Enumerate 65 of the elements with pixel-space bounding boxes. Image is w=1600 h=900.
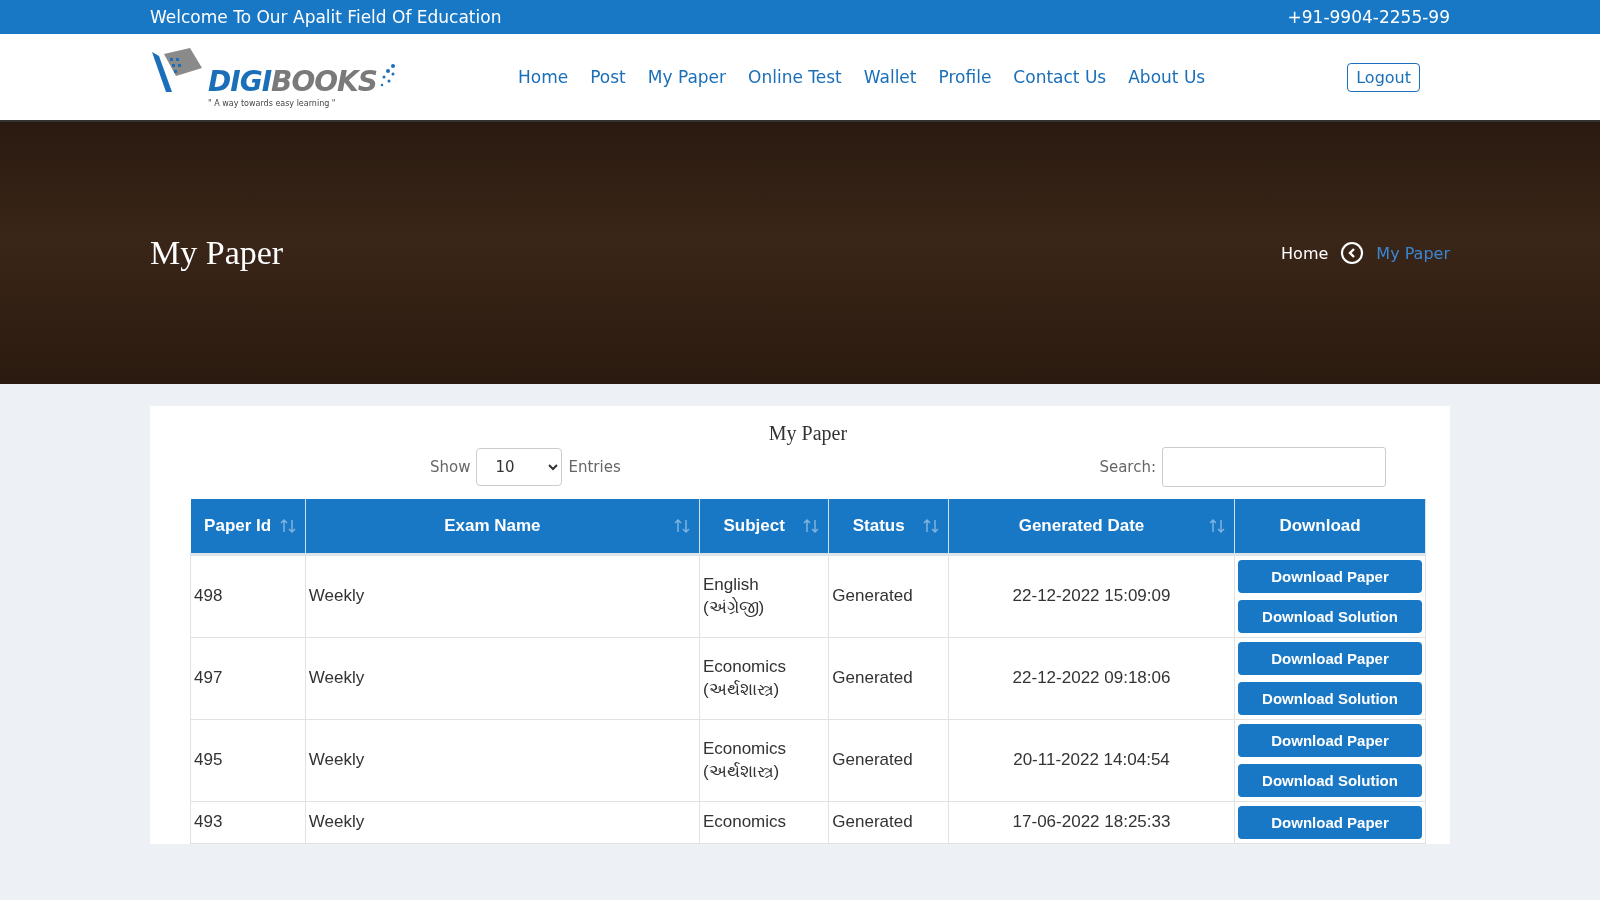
- table-cell: Weekly: [305, 637, 700, 720]
- subject-text: Economics: [702, 738, 788, 761]
- subject-local-text: (અર્થશાસ્ત્ર): [702, 678, 781, 701]
- column-header[interactable]: Subject: [699, 499, 829, 555]
- download-button[interactable]: Download Solution: [1238, 682, 1422, 715]
- download-button[interactable]: Download Solution: [1238, 600, 1422, 633]
- nav-link[interactable]: Post: [590, 67, 626, 87]
- logo-tagline: " A way towards easy learning ": [208, 99, 336, 108]
- column-header[interactable]: Download: [1234, 499, 1426, 555]
- sort-icon[interactable]: [672, 518, 691, 534]
- sort-icon[interactable]: [278, 518, 297, 534]
- nav-link[interactable]: Contact Us: [1013, 67, 1107, 87]
- sort-icon[interactable]: [922, 518, 941, 534]
- search-label: Search:: [1099, 458, 1156, 476]
- table-cell: Generated: [828, 801, 949, 844]
- logo-text: DIGI: [208, 68, 272, 96]
- table-cell: 17-06-2022 18:25:33: [948, 801, 1235, 844]
- column-header[interactable]: Paper Id: [190, 499, 306, 555]
- table-cell: Generated: [828, 554, 949, 638]
- logout-button[interactable]: Logout: [1347, 62, 1420, 92]
- download-button[interactable]: Download Solution: [1238, 764, 1422, 797]
- download-button[interactable]: Download Paper: [1238, 806, 1422, 839]
- sort-icon[interactable]: [1208, 518, 1226, 534]
- show-label: Show: [430, 458, 471, 476]
- nav-link[interactable]: Online Test: [748, 67, 842, 87]
- table-cell: 20-11-2022 14:04:54: [948, 719, 1235, 802]
- table-cell: 22-12-2022 09:18:06: [948, 637, 1235, 720]
- phone-number: +91-9904-2255-99: [1287, 7, 1450, 27]
- download-button[interactable]: Download Paper: [1238, 724, 1422, 757]
- column-header[interactable]: Status: [828, 499, 949, 555]
- sort-icon[interactable]: [802, 518, 821, 534]
- download-button[interactable]: Download Paper: [1238, 560, 1422, 593]
- subject-text: Economics: [702, 656, 788, 679]
- page-title: My Paper: [150, 234, 284, 272]
- subject-local-text: (અર્થશાસ્ત્ર): [702, 760, 781, 783]
- welcome-text: Welcome To Our Apalit Field Of Education: [150, 7, 502, 27]
- nav-link[interactable]: About Us: [1128, 67, 1206, 87]
- table-cell: Weekly: [305, 554, 700, 638]
- download-button[interactable]: Download Paper: [1238, 642, 1422, 675]
- table-cell: 493: [190, 801, 306, 844]
- table-cell: Generated: [828, 719, 949, 802]
- column-header[interactable]: Exam Name: [305, 499, 700, 555]
- nav-link[interactable]: Wallet: [863, 67, 917, 87]
- subject-text: Economics: [702, 811, 788, 834]
- card-title: My Paper: [767, 422, 849, 445]
- breadcrumb-current: My Paper: [1376, 243, 1450, 263]
- nav-link[interactable]: Profile: [938, 67, 992, 87]
- table-cell: 498: [190, 554, 306, 638]
- nav-link[interactable]: My Paper: [647, 67, 727, 87]
- table-cell: 497: [190, 637, 306, 720]
- table-cell: Generated: [828, 637, 949, 720]
- subject-text: English: [702, 574, 760, 597]
- column-header[interactable]: Generated Date: [948, 499, 1235, 555]
- subject-local-text: (અંગ્રેજી): [702, 596, 766, 619]
- table-cell: Weekly: [305, 719, 700, 802]
- chevron-circle-icon: [1340, 241, 1365, 265]
- breadcrumb-link[interactable]: Home: [1281, 243, 1329, 263]
- search-field[interactable]: [1162, 447, 1386, 487]
- table-cell: Weekly: [305, 801, 700, 844]
- logo-text: BOOKS: [271, 68, 377, 96]
- entries-select[interactable]: 10: [476, 448, 563, 486]
- table-cell: 22-12-2022 15:09:09: [948, 554, 1235, 638]
- nav-link[interactable]: Home: [518, 67, 569, 87]
- table-cell: 495: [190, 719, 306, 802]
- entries-label: Entries: [568, 458, 621, 476]
